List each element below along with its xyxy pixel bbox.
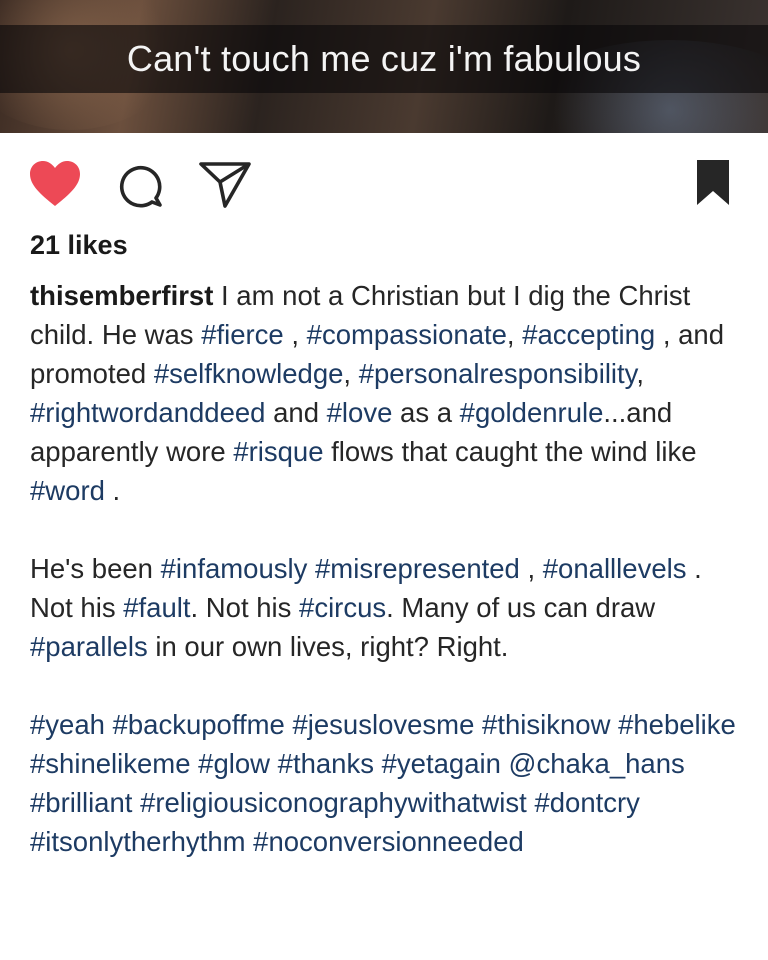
hashtag-link[interactable]: #infamously [161,553,308,584]
caption-paragraph: #yeah #backupoffme #jesuslovesme #thisik… [30,705,750,861]
hashtag-link[interactable]: #fault [123,592,190,623]
hashtag-link[interactable]: #fierce [201,319,284,350]
hashtag-link[interactable]: #parallels [30,631,148,662]
likes-count[interactable]: 21 likes [30,230,128,261]
caption-text [307,553,315,584]
paper-plane-shape [199,162,251,208]
hashtag-link[interactable]: #love [327,397,393,428]
hashtag-link[interactable]: #jesuslovesme [292,709,474,740]
caption-text [374,748,382,779]
post-photo[interactable]: Can't touch me cuz i'm fabulous [0,0,768,133]
caption-text [474,709,482,740]
caption-text [501,748,509,779]
hashtag-link[interactable]: #backupoffme [113,709,285,740]
caption-text: , [283,319,307,350]
caption-text: . [104,475,121,506]
heart-shape [30,161,80,206]
hashtag-link[interactable]: #thisiknow [482,709,610,740]
hashtag-link[interactable]: #onalllevels [543,553,687,584]
bookmark-filled-icon[interactable] [695,158,731,208]
hashtag-link[interactable]: #risque [233,436,323,467]
hashtag-link[interactable]: #misrepresented [315,553,520,584]
hashtag-link[interactable]: #dontcry [534,787,639,818]
hashtag-link[interactable]: #yetagain [382,748,501,779]
heart-filled-icon[interactable] [28,159,82,209]
caption-text: , [506,319,523,350]
hashtag-link[interactable]: #noconversionneeded [253,826,524,857]
hashtag-link[interactable]: #religiousiconographywithatwist [140,787,527,818]
caption-paragraph: He's been #infamously #misrepresented , … [30,549,750,666]
caption-text [246,826,254,857]
caption-text: as a [392,397,460,428]
hashtag-link[interactable]: #selfknowledge [154,358,344,389]
hashtag-link[interactable]: #glow [198,748,270,779]
hashtag-link[interactable]: #circus [299,592,386,623]
caption-text [191,748,199,779]
hashtag-link[interactable]: #rightwordanddeed [30,397,265,428]
caption-text: and [265,397,327,428]
caption-paragraph: thisemberfirst I am not a Christian but … [30,276,750,510]
username-link[interactable]: thisemberfirst [30,280,213,311]
caption-text: . Many of us can draw [386,592,656,623]
caption-text: flows that caught the wind like [323,436,697,467]
hashtag-link[interactable]: #thanks [278,748,374,779]
caption-text [132,787,140,818]
mention-link[interactable]: @chaka_hans [509,748,685,779]
post-actions-bar [0,133,768,233]
hashtag-link[interactable]: #yeah [30,709,105,740]
hashtag-link[interactable]: #itsonlytherhythm [30,826,246,857]
caption-text: , [519,553,543,584]
hashtag-link[interactable]: #personalresponsibility [359,358,637,389]
bookmark-shape [697,160,729,205]
hashtag-link[interactable]: #brilliant [30,787,132,818]
caption-text [270,748,278,779]
hashtag-link[interactable]: #shinelikeme [30,748,191,779]
caption-text: , [636,358,645,389]
photo-overlay-text: Can't touch me cuz i'm fabulous [126,38,642,79]
caption-text [105,709,113,740]
hashtag-link[interactable]: #compassionate [307,319,507,350]
hashtag-link[interactable]: #hebelike [618,709,736,740]
post-caption: thisemberfirst I am not a Christian but … [30,276,750,861]
caption-text: He's been [30,553,161,584]
caption-text [610,709,618,740]
hashtag-link[interactable]: #word [30,475,105,506]
caption-text: in our own lives, right? Right. [147,631,509,662]
caption-text: . Not his [190,592,300,623]
hashtag-link[interactable]: #accepting [522,319,655,350]
send-paper-plane-icon[interactable] [198,160,252,210]
caption-text: , [343,358,359,389]
comment-bubble-shape [119,165,162,208]
hashtag-link[interactable]: #goldenrule [460,397,604,428]
comment-bubble-icon[interactable] [116,160,166,210]
